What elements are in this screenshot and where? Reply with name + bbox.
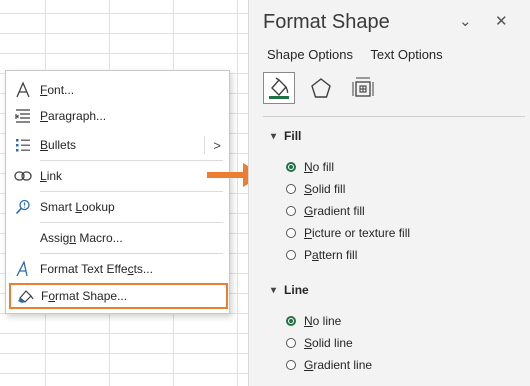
radio-button[interactable] [286, 250, 296, 260]
pane-title: Format Shape [263, 11, 390, 33]
radio-button[interactable] [286, 162, 296, 172]
effects-pentagon-icon[interactable] [305, 72, 337, 104]
menu-item-format-text-effects[interactable]: Format Text Effects... [6, 256, 229, 282]
option-label: No fill [304, 160, 335, 174]
bullets-icon [6, 132, 40, 158]
line-option-no-line[interactable]: No line [286, 312, 341, 330]
menu-item-label: Bullets [40, 138, 77, 152]
menu-separator [40, 222, 223, 223]
menu-item-assign-macro[interactable]: Assign Macro... [6, 225, 229, 251]
format-shape-icon [11, 283, 41, 309]
option-label: Picture or texture fill [304, 226, 411, 240]
smart-lookup-icon [6, 194, 40, 220]
pane-tabs: Shape Options Text Options [267, 47, 457, 62]
menu-item-label: Assign Macro... [40, 231, 123, 245]
chevron-down-icon[interactable]: ⌄ [459, 12, 472, 30]
menu-item-smart-lookup[interactable]: Smart Lookup [6, 194, 229, 220]
radio-button[interactable] [286, 184, 296, 194]
menu-item-label: Font... [40, 83, 75, 97]
pane-divider [263, 116, 525, 117]
line-section-header[interactable]: ▾ Line [271, 283, 309, 297]
option-label: Gradient fill [304, 204, 365, 218]
radio-button[interactable] [286, 316, 296, 326]
fill-option-no-fill[interactable]: No fill [286, 158, 334, 176]
collapse-icon: ▾ [271, 284, 277, 296]
menu-item-font[interactable]: Font... [6, 77, 229, 103]
paragraph-icon [6, 103, 40, 129]
menu-item-label: Smart Lookup [40, 200, 115, 214]
fill-option-gradient-fill[interactable]: Gradient fill [286, 202, 365, 220]
option-label: Solid fill [304, 182, 346, 196]
menu-separator [40, 253, 223, 254]
fill-option-pattern-fill[interactable]: Pattern fill [286, 246, 357, 264]
link-icon [6, 163, 40, 189]
radio-button[interactable] [286, 338, 296, 348]
line-option-gradient-line[interactable]: Gradient line [286, 356, 372, 374]
fill-option-solid-fill[interactable]: Solid fill [286, 180, 345, 198]
assign-macro-icon [6, 225, 40, 251]
format-shape-pane: Format Shape ⌄ ✕ Shape Options Text Opti… [248, 0, 530, 386]
menu-item-link[interactable]: Link [6, 163, 229, 189]
radio-button[interactable] [286, 228, 296, 238]
submenu-divider [204, 136, 205, 154]
tab-text-options[interactable]: Text Options [370, 47, 442, 62]
font-icon [6, 77, 40, 103]
option-label: Pattern fill [304, 248, 358, 262]
fill-option-picture-texture-fill[interactable]: Picture or texture fill [286, 224, 410, 242]
radio-button[interactable] [286, 360, 296, 370]
option-label: Solid line [304, 336, 353, 350]
menu-separator [40, 191, 223, 192]
menu-item-label: Format Shape... [41, 289, 128, 303]
menu-item-label: Format Text Effects... [40, 262, 153, 276]
radio-button[interactable] [286, 206, 296, 216]
option-label: No line [304, 314, 342, 328]
context-menu: Font... Paragraph... Bullets > Link Smar… [5, 70, 230, 314]
chevron-right-icon[interactable]: > [213, 138, 221, 153]
line-option-solid-line[interactable]: Solid line [286, 334, 353, 352]
text-effects-icon [6, 256, 40, 282]
close-icon[interactable]: ✕ [495, 12, 508, 30]
menu-item-label: Paragraph... [40, 109, 107, 123]
menu-item-bullets[interactable]: Bullets > [6, 132, 229, 158]
menu-item-label: Link [40, 169, 63, 183]
option-label: Gradient line [304, 358, 373, 372]
menu-item-format-shape[interactable]: Format Shape... [9, 283, 228, 309]
tab-shape-options[interactable]: Shape Options [267, 47, 353, 62]
pane-icon-tabs [263, 72, 379, 108]
menu-separator [40, 160, 223, 161]
fill-line-icon[interactable] [263, 72, 295, 104]
collapse-icon: ▾ [271, 130, 277, 142]
fill-section-header[interactable]: ▾ Fill [271, 129, 301, 143]
size-properties-icon[interactable] [347, 72, 379, 104]
menu-item-paragraph[interactable]: Paragraph... [6, 103, 229, 129]
